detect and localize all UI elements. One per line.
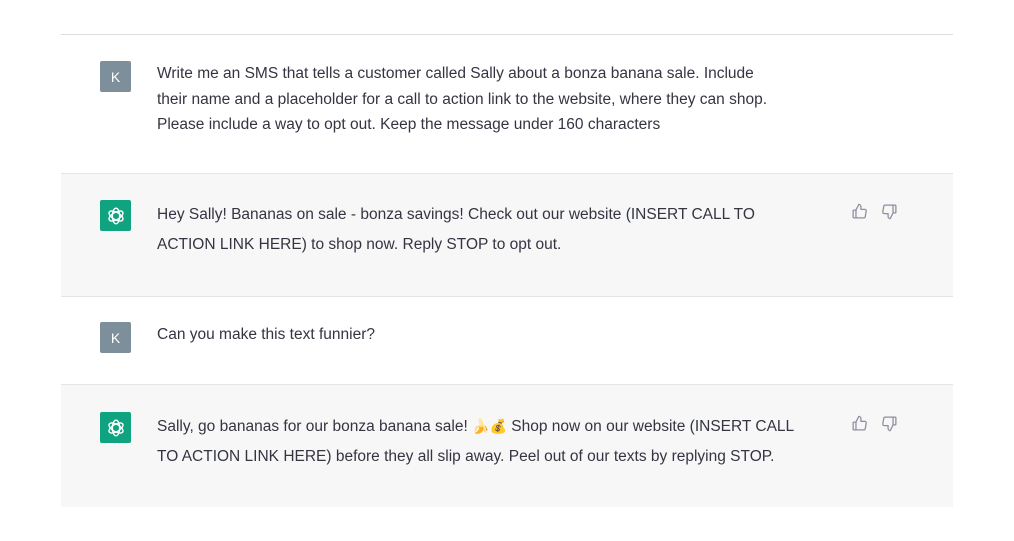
message-text: Hey Sally! Bananas on sale - bonza savin… — [157, 200, 755, 259]
thumbs-down-icon[interactable] — [881, 415, 898, 432]
message-text: Can you make this text funnier? — [157, 322, 375, 348]
message-line: TO ACTION LINK HERE) before they all sli… — [157, 447, 775, 465]
message-line: Hey Sally! Bananas on sale - bonza savin… — [157, 206, 755, 223]
avatar-letter: K — [110, 68, 121, 85]
message-line: Please include a way to opt out. Keep th… — [157, 116, 661, 133]
user-avatar: K — [100, 61, 131, 92]
banana-moneybag-emoji: 🍌💰 — [472, 418, 507, 434]
assistant-message: Sally, go bananas for our bonza banana s… — [61, 385, 953, 507]
conversation-thread: K Write me an SMS that tells a customer … — [61, 34, 953, 507]
feedback-actions — [851, 415, 898, 432]
message-text-segment: Shop now on our website (INSERT CALL — [506, 418, 795, 435]
message-text: Sally, go bananas for our bonza banana s… — [157, 412, 794, 471]
message-text: Write me an SMS that tells a customer ca… — [157, 61, 767, 138]
openai-logo-icon — [100, 200, 131, 231]
message-line: ACTION LINK HERE) to shop now. Reply STO… — [157, 235, 562, 253]
user-message: K Write me an SMS that tells a customer … — [61, 35, 953, 174]
avatar-letter: K — [110, 329, 121, 346]
message-line: Can you make this text funnier? — [157, 326, 375, 343]
message-line: Sally, go bananas for our bonza banana s… — [157, 412, 794, 442]
openai-logo-icon — [100, 412, 131, 443]
user-message: K Can you make this text funnier? — [61, 297, 953, 385]
thumbs-up-icon[interactable] — [851, 415, 868, 432]
message-line: their name and a placeholder for a call … — [157, 90, 768, 108]
message-line: Write me an SMS that tells a customer ca… — [157, 65, 754, 82]
assistant-message: Hey Sally! Bananas on sale - bonza savin… — [61, 174, 953, 297]
thumbs-down-icon[interactable] — [881, 203, 898, 220]
feedback-actions — [851, 203, 898, 220]
user-avatar: K — [100, 322, 131, 353]
message-text-segment: Sally, go bananas for our bonza banana s… — [157, 418, 473, 435]
thumbs-up-icon[interactable] — [851, 203, 868, 220]
